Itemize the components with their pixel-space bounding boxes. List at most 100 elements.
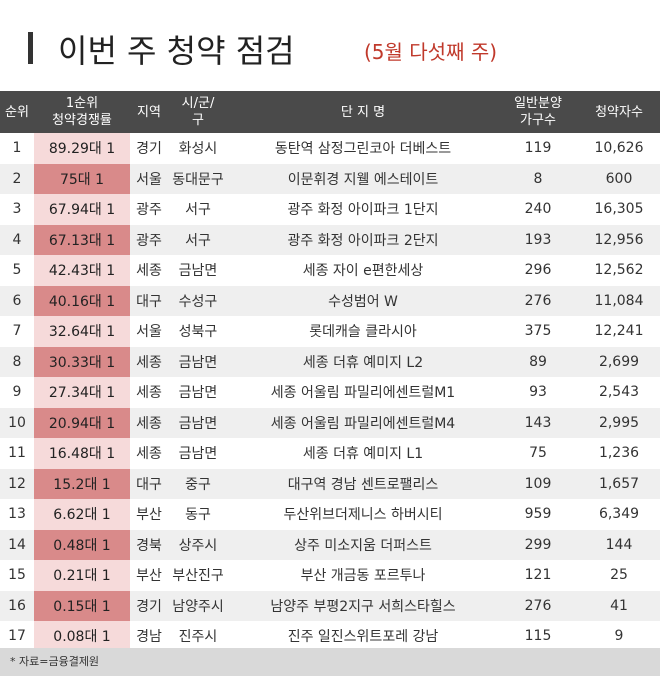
complex-name-cell: 세종 더휴 예미지 L1 [228, 438, 498, 469]
region-cell: 경기 [130, 590, 168, 621]
ratio-cell: 6.62대 1 [34, 499, 130, 530]
ratio-cell: 89.29대 1 [34, 133, 130, 164]
complex-name-cell: 롯데캐슬 클라시아 [228, 316, 498, 347]
applicants-cell: 2,699 [578, 346, 660, 377]
table-row: 17 0.08대 1 경남 진주시 진주 일진스위트포레 강남 115 9 [0, 621, 660, 652]
applicants-cell: 12,956 [578, 224, 660, 255]
city-cell: 부산진구 [168, 560, 228, 591]
city-cell: 동대문구 [168, 163, 228, 194]
title-bar-marker [28, 32, 33, 64]
header-rank: 순위 [0, 91, 34, 133]
ratio-cell: 27.34대 1 [34, 377, 130, 408]
region-cell: 부산 [130, 499, 168, 530]
complex-name-cell: 상주 미소지움 더퍼스트 [228, 529, 498, 560]
city-cell: 금남면 [168, 377, 228, 408]
units-cell: 193 [498, 224, 578, 255]
complex-name-cell: 진주 일진스위트포레 강남 [228, 621, 498, 652]
applicants-cell: 6,349 [578, 499, 660, 530]
applicants-cell: 10,626 [578, 133, 660, 164]
header-city-line: 시/군/ [181, 96, 215, 111]
region-cell: 부산 [130, 560, 168, 591]
header-units-line: 가구수 [520, 113, 556, 128]
units-cell: 115 [498, 621, 578, 652]
city-cell: 상주시 [168, 529, 228, 560]
rank-cell: 8 [0, 346, 34, 377]
table-row: 7 32.64대 1 서울 성북구 롯데캐슬 클라시아 375 12,241 [0, 316, 660, 347]
region-cell: 세종 [130, 255, 168, 286]
city-cell: 화성시 [168, 133, 228, 164]
ratio-cell: 16.48대 1 [34, 438, 130, 469]
header-city-line: 구 [192, 113, 204, 128]
applicants-cell: 2,995 [578, 407, 660, 438]
rank-cell: 6 [0, 285, 34, 316]
complex-name-cell: 이문휘경 지웰 에스테이트 [228, 163, 498, 194]
region-cell: 세종 [130, 346, 168, 377]
header-units: 일반분양 가구수 [498, 91, 578, 133]
units-cell: 8 [498, 163, 578, 194]
page-title: 이번 주 청약 점검 [58, 32, 295, 70]
ratio-cell: 67.13대 1 [34, 224, 130, 255]
header-city: 시/군/구 [168, 91, 228, 133]
complex-name-cell: 수성범어 W [228, 285, 498, 316]
applicants-cell: 144 [578, 529, 660, 560]
complex-name-cell: 남양주 부평2지구 서희스타힐스 [228, 590, 498, 621]
units-cell: 299 [498, 529, 578, 560]
region-cell: 광주 [130, 194, 168, 225]
city-cell: 금남면 [168, 438, 228, 469]
city-cell: 중구 [168, 468, 228, 499]
applicants-cell: 2,543 [578, 377, 660, 408]
header-ratio-line: 청약경쟁률 [52, 113, 112, 128]
units-cell: 276 [498, 285, 578, 316]
ratio-cell: 0.48대 1 [34, 529, 130, 560]
complex-name-cell: 부산 개금동 포르투나 [228, 560, 498, 591]
table-row: 13 6.62대 1 부산 동구 두산위브더제니스 하버시티 959 6,349 [0, 499, 660, 530]
units-cell: 959 [498, 499, 578, 530]
city-cell: 진주시 [168, 621, 228, 652]
rank-cell: 9 [0, 377, 34, 408]
city-cell: 금남면 [168, 346, 228, 377]
rank-cell: 15 [0, 560, 34, 591]
rank-cell: 7 [0, 316, 34, 347]
region-cell: 대구 [130, 468, 168, 499]
city-cell: 동구 [168, 499, 228, 530]
header-complex: 단 지 명 [228, 91, 498, 133]
city-cell: 서구 [168, 224, 228, 255]
applicants-cell: 1,236 [578, 438, 660, 469]
rank-cell: 17 [0, 621, 34, 652]
applicants-cell: 12,241 [578, 316, 660, 347]
applicants-cell: 12,562 [578, 255, 660, 286]
units-cell: 276 [498, 590, 578, 621]
table-header-row: 순위 1순위 청약경쟁률 지역 시/군/구 단 지 명 일반분양 가구수 청약자수 [0, 91, 660, 133]
table-row: 14 0.48대 1 경북 상주시 상주 미소지움 더퍼스트 299 144 [0, 529, 660, 560]
rank-cell: 2 [0, 163, 34, 194]
table-row: 11 16.48대 1 세종 금남면 세종 더휴 예미지 L1 75 1,236 [0, 438, 660, 469]
source-note: * 자료=금융결제원 [0, 648, 660, 676]
ratio-cell: 75대 1 [34, 163, 130, 194]
units-cell: 240 [498, 194, 578, 225]
table-body: 1 89.29대 1 경기 화성시 동탄역 삼정그린코아 더베스트 119 10,626 2 7… [0, 133, 660, 652]
table-row: 15 0.21대 1 부산 부산진구 부산 개금동 포르투나 121 25 [0, 560, 660, 591]
rank-cell: 10 [0, 407, 34, 438]
header-ratio-line: 1순위 [65, 96, 99, 111]
region-cell: 서울 [130, 163, 168, 194]
table-row: 8 30.33대 1 세종 금남면 세종 더휴 예미지 L2 89 2,699 [0, 346, 660, 377]
ratio-cell: 0.15대 1 [34, 590, 130, 621]
page-subtitle: (5월 다섯째 주) [364, 40, 498, 64]
ratio-cell: 0.08대 1 [34, 621, 130, 652]
city-cell: 수성구 [168, 285, 228, 316]
rank-cell: 1 [0, 133, 34, 164]
region-cell: 세종 [130, 438, 168, 469]
ratio-cell: 42.43대 1 [34, 255, 130, 286]
region-cell: 세종 [130, 407, 168, 438]
rank-cell: 12 [0, 468, 34, 499]
ratio-cell: 30.33대 1 [34, 346, 130, 377]
city-cell: 금남면 [168, 255, 228, 286]
ratio-cell: 15.2대 1 [34, 468, 130, 499]
table-row: 16 0.15대 1 경기 남양주시 남양주 부평2지구 서희스타힐스 276 41 [0, 590, 660, 621]
ratio-cell: 40.16대 1 [34, 285, 130, 316]
units-cell: 375 [498, 316, 578, 347]
complex-name-cell: 광주 화정 아이파크 2단지 [228, 224, 498, 255]
city-cell: 서구 [168, 194, 228, 225]
region-cell: 광주 [130, 224, 168, 255]
header-region: 지역 [130, 91, 168, 133]
